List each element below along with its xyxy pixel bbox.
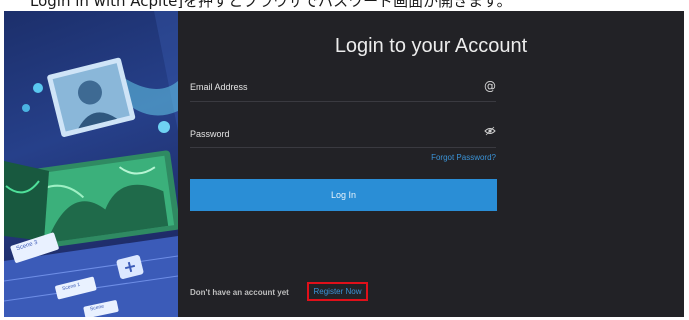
artwork-panel: Scene 3 Scene 1 Scene bbox=[4, 11, 178, 317]
login-button[interactable]: Log In bbox=[190, 179, 497, 211]
register-link[interactable]: Register Now bbox=[313, 287, 361, 296]
eye-icon[interactable] bbox=[484, 125, 496, 137]
login-window: Scene 3 Scene 1 Scene Login to your Acco… bbox=[4, 11, 684, 317]
page-caption: Login in with Acpite]を押すとブラウザでパスワード画面が開き… bbox=[30, 0, 512, 10]
no-account-text: Don't have an account yet bbox=[190, 288, 289, 297]
password-label: Password bbox=[190, 129, 230, 139]
at-icon: @ bbox=[484, 79, 496, 93]
page-title: Login to your Account bbox=[334, 35, 528, 57]
decorative-illustration bbox=[4, 11, 178, 317]
password-field[interactable] bbox=[190, 147, 496, 148]
login-form: Login to your Account Email Address @ Pa… bbox=[178, 11, 684, 317]
email-field[interactable] bbox=[190, 101, 496, 102]
register-highlight: Register Now bbox=[307, 282, 368, 301]
email-label: Email Address bbox=[190, 82, 248, 92]
forgot-password-link[interactable]: Forgot Password? bbox=[396, 153, 496, 162]
